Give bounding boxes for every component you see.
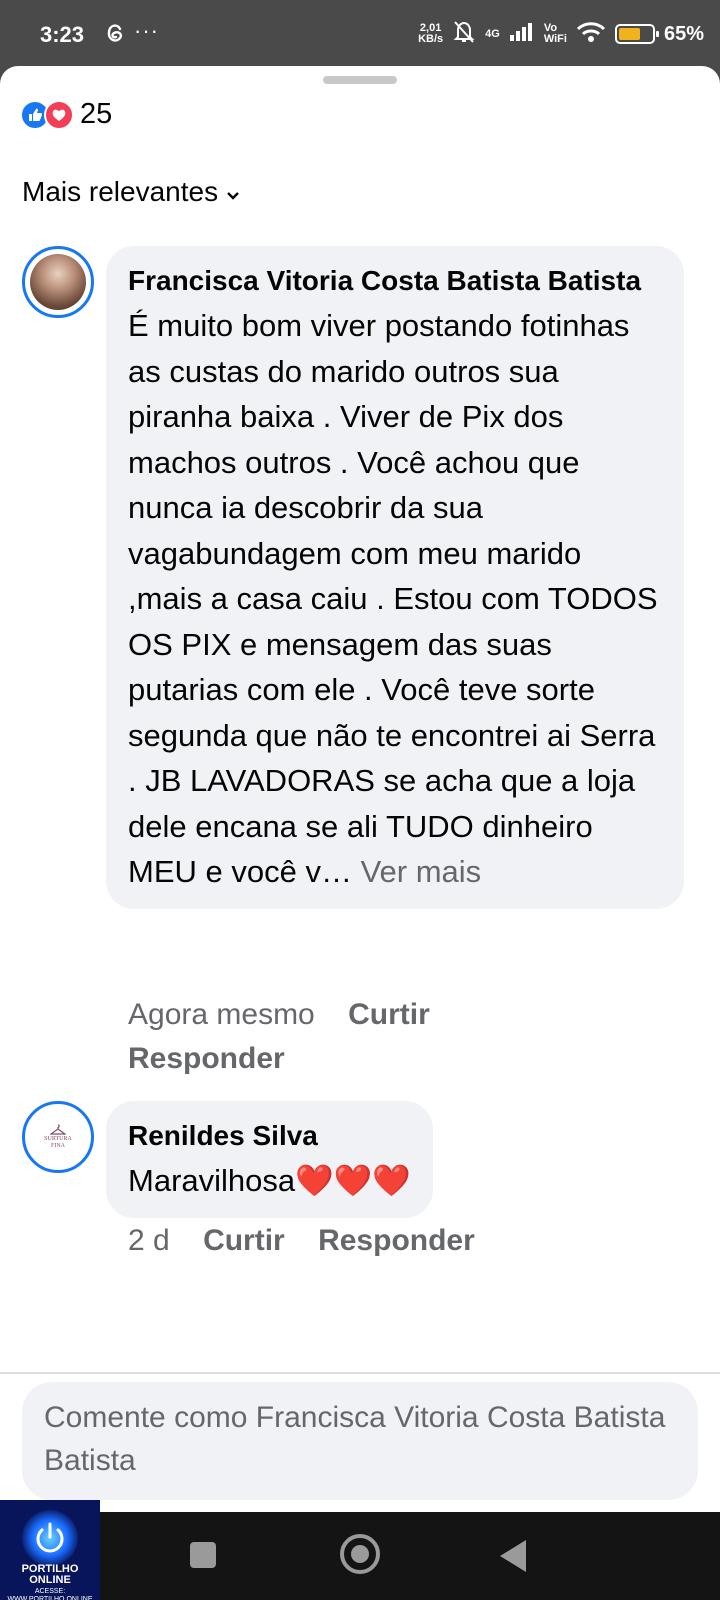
like-button[interactable]: Curtir bbox=[203, 1224, 285, 1257]
battery-percent: 65% bbox=[663, 22, 704, 45]
mute-bell-icon bbox=[452, 19, 476, 50]
comment-text: É muito bom viver postando fotinhas as c… bbox=[128, 308, 658, 889]
hanger-icon bbox=[50, 1124, 66, 1135]
reply-button[interactable]: Responder bbox=[318, 1224, 475, 1257]
vowifi-label: Vo WiFi bbox=[543, 22, 567, 45]
navigation-bar bbox=[0, 1512, 720, 1600]
battery-icon bbox=[614, 24, 659, 44]
drag-handle[interactable] bbox=[323, 76, 397, 84]
comment-bubble[interactable]: Renildes Silva Maravilhosa❤️❤️❤️ bbox=[106, 1101, 433, 1218]
threads-icon bbox=[104, 21, 126, 51]
network-speed: 2,01 KB/s bbox=[418, 22, 444, 45]
comment-bubble[interactable]: Francisca Vitoria Costa Batista Batista … bbox=[106, 246, 684, 909]
comment-time: Agora mesmo bbox=[128, 998, 315, 1031]
comment-meta: Agora mesmo Curtir Responder bbox=[128, 993, 648, 1081]
reply-button[interactable]: Responder bbox=[128, 1042, 285, 1075]
divider bbox=[0, 1372, 720, 1374]
chevron-down-icon bbox=[226, 176, 240, 208]
wifi-icon bbox=[576, 21, 606, 48]
home-button[interactable] bbox=[340, 1534, 380, 1574]
comment-author[interactable]: Francisca Vitoria Costa Batista Batista bbox=[128, 258, 662, 303]
love-icon bbox=[44, 99, 74, 130]
reaction-count: 25 bbox=[80, 98, 113, 130]
comments-sheet: 25 Mais relevantes Francisca Vitoria Cos… bbox=[0, 66, 720, 1512]
avatar[interactable] bbox=[22, 246, 94, 318]
signal-icon bbox=[509, 22, 535, 47]
watermark-logo: PORTILHO ONLINE ACESSE: WWW.PORTILHO.ONL… bbox=[0, 1500, 100, 1600]
status-icons: 2,01 KB/s 4G Vo WiFi 65% bbox=[418, 14, 704, 54]
power-icon bbox=[22, 1510, 78, 1566]
sort-dropdown[interactable]: Mais relevantes bbox=[22, 176, 240, 208]
see-more-link[interactable]: Ver mais bbox=[361, 854, 482, 889]
battery-level bbox=[618, 28, 640, 40]
shop-logo: SURTURA FINA bbox=[30, 1109, 86, 1165]
reactions-summary[interactable]: 25 bbox=[20, 98, 112, 131]
recents-button[interactable] bbox=[190, 1542, 216, 1568]
comment-time: 2 d bbox=[128, 1224, 170, 1257]
comment-author[interactable]: Renildes Silva bbox=[128, 1113, 411, 1158]
comment-input[interactable]: Comente como Francisca Vitoria Costa Bat… bbox=[22, 1382, 698, 1500]
comment-meta: 2 d Curtir Responder bbox=[128, 1219, 475, 1263]
sort-label: Mais relevantes bbox=[22, 176, 219, 207]
like-button[interactable]: Curtir bbox=[348, 998, 430, 1031]
network-type: 4G bbox=[485, 27, 500, 40]
status-bar: 3:23 ··· 2,01 KB/s 4G Vo WiFi 65% bbox=[0, 0, 720, 66]
avatar[interactable]: SURTURA FINA bbox=[22, 1101, 94, 1173]
comment-text: Maravilhosa❤️❤️❤️ bbox=[128, 1163, 411, 1198]
more-notifications-icon: ··· bbox=[134, 18, 159, 43]
profile-photo bbox=[30, 254, 86, 310]
clock: 3:23 bbox=[40, 22, 85, 47]
back-button[interactable] bbox=[500, 1540, 526, 1572]
